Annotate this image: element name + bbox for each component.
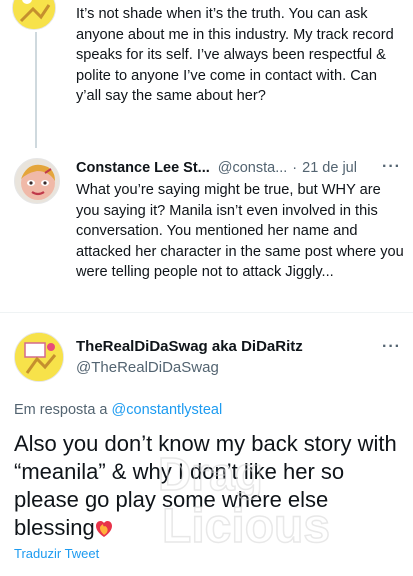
thread-line (35, 118, 37, 148)
thread-line (35, 32, 37, 122)
tweet-text: What you’re saying might be true, but WH… (76, 182, 404, 280)
avatar[interactable] (14, 332, 64, 382)
avatar[interactable] (14, 158, 60, 204)
main-tweet-body: Also you don’t know my back story with “… (14, 431, 397, 540)
avatar[interactable] (12, 0, 56, 30)
tweet-text: It’s not shade when it’s the truth. You … (76, 6, 394, 104)
translate-tweet-link[interactable]: Traduzir Tweet (14, 546, 99, 561)
tweet-first[interactable]: It’s not shade when it’s the truth. You … (0, 0, 413, 122)
tweet-date[interactable]: 21 de jul (302, 160, 357, 176)
author-name[interactable]: TheRealDiDaSwag aka DiDaRitz (76, 338, 303, 355)
avatar-image (15, 159, 59, 203)
avatar-image (13, 0, 55, 29)
heart-on-fire-icon (95, 518, 113, 539)
reply-handle-link[interactable]: @constantlysteal (112, 402, 223, 418)
divider (0, 312, 413, 313)
separator-dot: · (292, 160, 298, 176)
reply-context: Em resposta a @constantlysteal (14, 402, 222, 418)
reply-prefix: Em resposta a (14, 402, 108, 418)
avatar-image (15, 333, 63, 381)
more-options-icon[interactable]: ··· (382, 158, 401, 176)
author-name[interactable]: Constance Lee St... (76, 160, 210, 176)
tweet-header: Constance Lee St... @consta... · 21 de j… (76, 160, 357, 176)
author-handle[interactable]: @consta... (218, 160, 288, 176)
author-handle[interactable]: @TheRealDiDaSwag (76, 359, 219, 376)
tweet-second[interactable]: Constance Lee St... @consta... · 21 de j… (0, 118, 413, 306)
main-tweet-text: Also you don’t know my back story with “… (14, 430, 409, 542)
more-options-icon[interactable]: ··· (382, 338, 401, 356)
